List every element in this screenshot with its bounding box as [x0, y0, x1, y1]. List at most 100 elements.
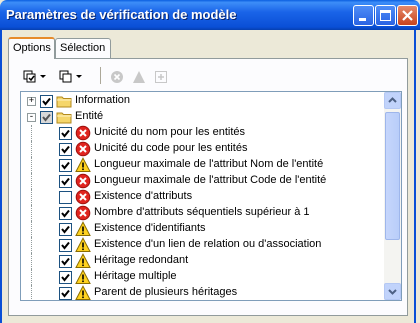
enable-checkbox[interactable]: [59, 223, 72, 236]
enable-checkbox[interactable]: [59, 127, 72, 140]
enable-checkbox[interactable]: [40, 95, 53, 108]
checkmark-icon: [61, 257, 70, 266]
tree-row-label: Héritage redondant: [94, 254, 189, 266]
checkmark-icon: [61, 209, 70, 218]
tree-row-label: Longueur maximale de l'attribut Nom de l…: [94, 158, 324, 170]
title-bar: Paramètres de vérification de modèle: [0, 0, 420, 30]
tree-connector-line: [31, 237, 39, 253]
tree-check-row[interactable]: Longueur maximale de l'attribut Nom de l…: [21, 157, 383, 173]
tab-selection-label: Sélection: [60, 42, 106, 54]
scroll-thumb[interactable]: [385, 112, 400, 240]
error-icon: [75, 125, 91, 141]
tree-check-row[interactable]: Parent de plusieurs héritages: [21, 285, 383, 300]
tree-row-label: Information: [75, 94, 131, 106]
tree-check-row[interactable]: Existence d'attributs: [21, 189, 383, 205]
deselect-all-icon: [59, 70, 72, 83]
window-title: Paramètres de vérification de modèle: [6, 7, 237, 22]
maximize-button[interactable]: [375, 5, 396, 26]
tree-check-row[interactable]: Longueur maximale de l'attribut Code de …: [21, 173, 383, 189]
tree-connector-line: [31, 205, 39, 221]
error-icon: [75, 173, 91, 189]
warning-icon: [75, 157, 91, 172]
tree-connector-line: [31, 253, 39, 269]
minimize-button[interactable]: [353, 5, 374, 26]
minimize-icon: [359, 18, 366, 21]
tree-connector-line: [31, 221, 39, 237]
enable-checkbox[interactable]: [59, 143, 72, 156]
tree-check-row[interactable]: Unicité du code pour les entités: [21, 141, 383, 157]
tree-check-row[interactable]: Nombre d'attributs séquentiels supérieur…: [21, 205, 383, 221]
enable-checkbox[interactable]: [59, 271, 72, 284]
warning-filter-button[interactable]: [132, 68, 146, 86]
checkmark-icon: [61, 177, 70, 186]
collapse-toggle[interactable]: -: [27, 113, 36, 122]
tree-check-row[interactable]: Héritage multiple: [21, 269, 383, 285]
enable-checkbox[interactable]: [59, 255, 72, 268]
tree-row-label: Unicité du nom pour les entités: [94, 126, 246, 138]
enable-checkbox[interactable]: [59, 159, 72, 172]
warning-icon: [75, 285, 91, 300]
tab-options[interactable]: Options: [8, 37, 55, 59]
tree-row-label: Nombre d'attributs séquentiels supérieur…: [94, 206, 310, 218]
dropdown-arrow-icon: [40, 75, 46, 78]
toolbar-separator: [100, 67, 101, 84]
close-button[interactable]: [397, 5, 418, 26]
enable-checkbox[interactable]: [40, 111, 53, 124]
deselect-all-dropdown-button[interactable]: [59, 68, 82, 86]
maximize-icon: [380, 10, 391, 21]
checkmark-icon: [61, 273, 70, 282]
add-check-icon: [155, 71, 167, 83]
tree-connector-line: [31, 189, 39, 205]
tree-row-label: Entité: [75, 110, 104, 122]
tree-connector-line: [31, 157, 39, 173]
tree-connector-line: [31, 141, 39, 157]
tree-row-label: Parent de plusieurs héritages: [94, 286, 238, 298]
tree-row-label: Existence d'attributs: [94, 190, 193, 202]
expand-toggle[interactable]: +: [27, 97, 36, 106]
error-icon: [75, 205, 91, 221]
tree-check-row[interactable]: Existence d'un lien de relation ou d'ass…: [21, 237, 383, 253]
tree-check-row[interactable]: Héritage redondant: [21, 253, 383, 269]
enable-checkbox[interactable]: [59, 207, 72, 220]
checkmark-icon: [61, 241, 70, 250]
tree-check-row[interactable]: Unicité du nom pour les entités: [21, 125, 383, 141]
warning-icon: [75, 237, 91, 252]
tab-selection[interactable]: Sélection: [55, 38, 111, 58]
folder-icon: [56, 112, 72, 124]
chevron-up-icon: [388, 97, 397, 103]
enable-checkbox[interactable]: [59, 175, 72, 188]
enable-checkbox[interactable]: [59, 191, 72, 204]
tree-connector-line: [31, 173, 39, 189]
checkmark-icon: [61, 145, 70, 154]
warning-icon: [75, 221, 91, 236]
tree-check-row[interactable]: Existence d'identifiants: [21, 221, 383, 237]
error-icon: [75, 189, 91, 205]
check-tree: + Information - Entité Unicité du nom pour l…: [20, 91, 402, 301]
enable-checkbox[interactable]: [59, 239, 72, 252]
enable-checkbox[interactable]: [59, 287, 72, 300]
scroll-down-button[interactable]: [384, 283, 401, 300]
scroll-up-button[interactable]: [384, 92, 401, 109]
error-icon: [111, 71, 123, 83]
tree-row-label: Unicité du code pour les entités: [94, 142, 248, 154]
tab-options-label: Options: [13, 42, 51, 54]
checkmark-icon: [42, 97, 51, 106]
error-filter-button[interactable]: [110, 68, 124, 86]
error-icon: [75, 141, 91, 157]
tree-row-label: Existence d'identifiants: [94, 222, 206, 234]
checkmark-icon: [61, 289, 70, 298]
tree-connector-line: [31, 125, 39, 141]
checkmark-icon: [61, 129, 70, 138]
warning-icon: [75, 253, 91, 268]
vertical-scrollbar[interactable]: [384, 92, 401, 300]
checkmark-icon: [61, 161, 70, 170]
tree-row-label: Héritage multiple: [94, 270, 177, 282]
tree-category-row[interactable]: + Information: [21, 93, 383, 109]
checkmark-icon: [61, 225, 70, 234]
add-check-button[interactable]: [154, 68, 168, 86]
tree-connector-line: [31, 285, 39, 300]
select-all-dropdown-button[interactable]: [23, 68, 46, 86]
tree-category-row[interactable]: - Entité: [21, 109, 383, 125]
dropdown-arrow-icon: [76, 75, 82, 78]
close-icon: [402, 10, 413, 21]
